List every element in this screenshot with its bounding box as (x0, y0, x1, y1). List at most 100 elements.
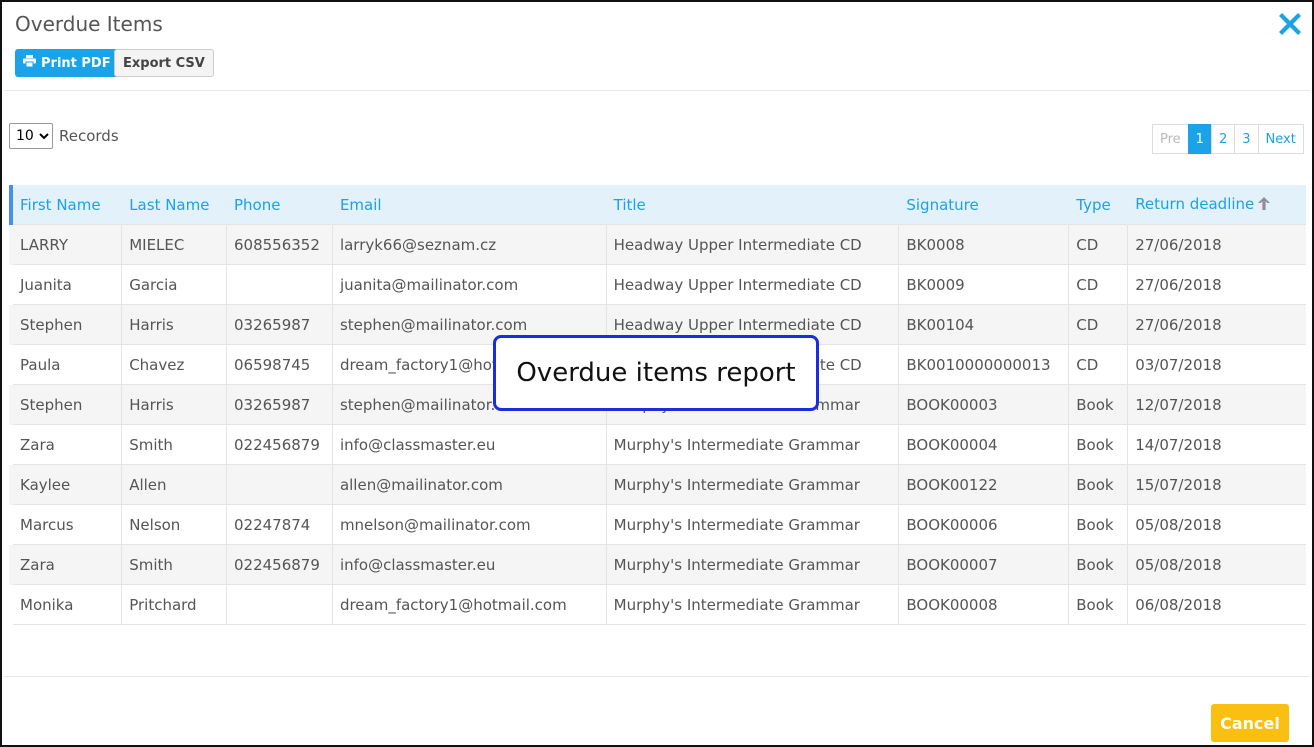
table-cell: 15/07/2018 (1127, 464, 1306, 505)
table-cell: juanita@mailinator.com (331, 264, 607, 305)
pagination-page-3[interactable]: 3 (1234, 124, 1259, 154)
table-cell: Allen (121, 464, 227, 505)
table-cell: allen@mailinator.com (331, 464, 607, 505)
table-cell: Murphy's Intermediate Grammar (605, 544, 899, 585)
table-cell: Zara (9, 424, 122, 465)
table-cell: CD (1068, 344, 1128, 385)
table-cell: BOOK00007 (898, 544, 1069, 585)
table-cell: Smith (121, 544, 227, 585)
table-cell: info@classmaster.eu (331, 424, 607, 465)
table-cell: BOOK00122 (898, 464, 1069, 505)
records-select[interactable]: 10 (9, 123, 53, 149)
table-cell: Murphy's Intermediate Grammar (605, 584, 899, 625)
cancel-button[interactable]: Cancel (1211, 704, 1289, 742)
table-cell: 27/06/2018 (1127, 304, 1306, 345)
table-cell: CD (1068, 264, 1128, 305)
column-header-phone[interactable]: Phone (225, 185, 333, 225)
table-cell: 06/08/2018 (1127, 584, 1306, 625)
table-cell: CD (1068, 224, 1128, 265)
table-cell (225, 264, 333, 305)
table-cell: BOOK00006 (898, 504, 1069, 545)
table-cell: Headway Upper Intermediate CD (605, 264, 899, 305)
table-cell: Murphy's Intermediate Grammar (605, 464, 899, 505)
table-cell: larryk66@seznam.cz (331, 224, 607, 265)
table-row[interactable]: Marcus Nelson 02247874 mnelson@mailinator.c… (9, 504, 1306, 545)
table-cell: 27/06/2018 (1127, 264, 1306, 305)
table-cell: BK0009 (898, 264, 1069, 305)
table-cell: LARRY (9, 224, 122, 265)
column-header-first-name[interactable]: First Name (9, 185, 122, 225)
modal-title: Overdue Items (15, 12, 163, 36)
table-header-row: First Name Last Name Phone Email Title S… (9, 185, 1306, 225)
table-cell: Harris (121, 304, 227, 345)
table-cell: Monika (9, 584, 122, 625)
table-cell: mnelson@mailinator.com (331, 504, 607, 545)
overdue-items-modal: Overdue Items Print PDF Export CSV 10 Re… (0, 0, 1314, 747)
column-header-return-deadline[interactable]: Return deadline (1127, 185, 1306, 225)
table-cell: 03265987 (225, 384, 333, 425)
table-cell: Chavez (121, 344, 227, 385)
table-cell: Paula (9, 344, 122, 385)
table-cell: Book (1068, 384, 1128, 425)
table-cell: Book (1068, 464, 1128, 505)
printer-icon (23, 55, 36, 71)
table-cell: 06598745 (225, 344, 333, 385)
return-deadline-label: Return deadline (1135, 194, 1255, 213)
table-cell: Book (1068, 544, 1128, 585)
print-pdf-label: Print PDF (41, 55, 111, 71)
table-cell: Marcus (9, 504, 122, 545)
table-cell (225, 584, 333, 625)
table-row[interactable]: Kaylee Allen allen@mailinator.com Murphy's … (9, 464, 1306, 505)
table-cell: BOOK00003 (898, 384, 1069, 425)
table-row[interactable]: Monika Pritchard dream_factory1@hotmail.co… (9, 584, 1306, 625)
table-cell: info@classmaster.eu (331, 544, 607, 585)
table-cell: 14/07/2018 (1127, 424, 1306, 465)
overdue-report-callout: Overdue items report (493, 335, 819, 411)
table-cell: 03265987 (225, 304, 333, 345)
table-cell: Harris (121, 384, 227, 425)
table-cell: Stephen (9, 384, 122, 425)
table-cell: Zara (9, 544, 122, 585)
pagination: Pre 1 2 3 Next (1152, 124, 1304, 154)
table-cell: Book (1068, 504, 1128, 545)
pagination-page-1[interactable]: 1 (1187, 124, 1212, 154)
column-header-last-name[interactable]: Last Name (121, 185, 227, 225)
table-cell: Juanita (9, 264, 122, 305)
table-row[interactable]: LARRY MIELEC 608556352 larryk66@seznam.cz He… (9, 224, 1306, 265)
table-cell: 608556352 (225, 224, 333, 265)
table-cell: 02247874 (225, 504, 333, 545)
table-cell: 27/06/2018 (1127, 224, 1306, 265)
table-cell: Book (1068, 424, 1128, 465)
table-cell: dream_factory1@hotmail.com (331, 584, 607, 625)
table-cell: BOOK00008 (898, 584, 1069, 625)
pagination-prev[interactable]: Pre (1152, 124, 1189, 154)
table-cell: BOOK00004 (898, 424, 1069, 465)
close-icon[interactable] (1275, 8, 1305, 38)
table-cell: MIELEC (121, 224, 227, 265)
pagination-page-2[interactable]: 2 (1210, 124, 1236, 154)
table-cell: Nelson (121, 504, 227, 545)
arrow-up-icon (1257, 196, 1271, 215)
table-cell: 05/08/2018 (1127, 544, 1306, 585)
header-divider (4, 90, 1310, 91)
export-csv-button[interactable]: Export CSV (114, 49, 214, 77)
column-header-title[interactable]: Title (605, 185, 899, 225)
pagination-next[interactable]: Next (1257, 124, 1304, 154)
table-cell: Murphy's Intermediate Grammar (605, 424, 899, 465)
table-cell: 022456879 (225, 544, 333, 585)
table-cell: Kaylee (9, 464, 122, 505)
table-row[interactable]: Zara Smith 022456879 info@classmaster.eu Mur… (9, 544, 1306, 585)
table-row[interactable]: Zara Smith 022456879 info@classmaster.eu Mur… (9, 424, 1306, 465)
column-header-type[interactable]: Type (1068, 185, 1128, 225)
table-row[interactable]: Juanita Garcia juanita@mailinator.com Headw… (9, 264, 1306, 305)
table-cell: Book (1068, 584, 1128, 625)
records-per-page: 10 Records (9, 123, 119, 149)
table-cell (225, 464, 333, 505)
table-cell: BK0008 (898, 224, 1069, 265)
table-cell: BK0010000000013 (898, 344, 1069, 385)
table-cell: 05/08/2018 (1127, 504, 1306, 545)
column-header-email[interactable]: Email (331, 185, 607, 225)
column-header-signature[interactable]: Signature (898, 185, 1069, 225)
print-pdf-button[interactable]: Print PDF (15, 49, 119, 77)
records-label: Records (59, 127, 119, 145)
